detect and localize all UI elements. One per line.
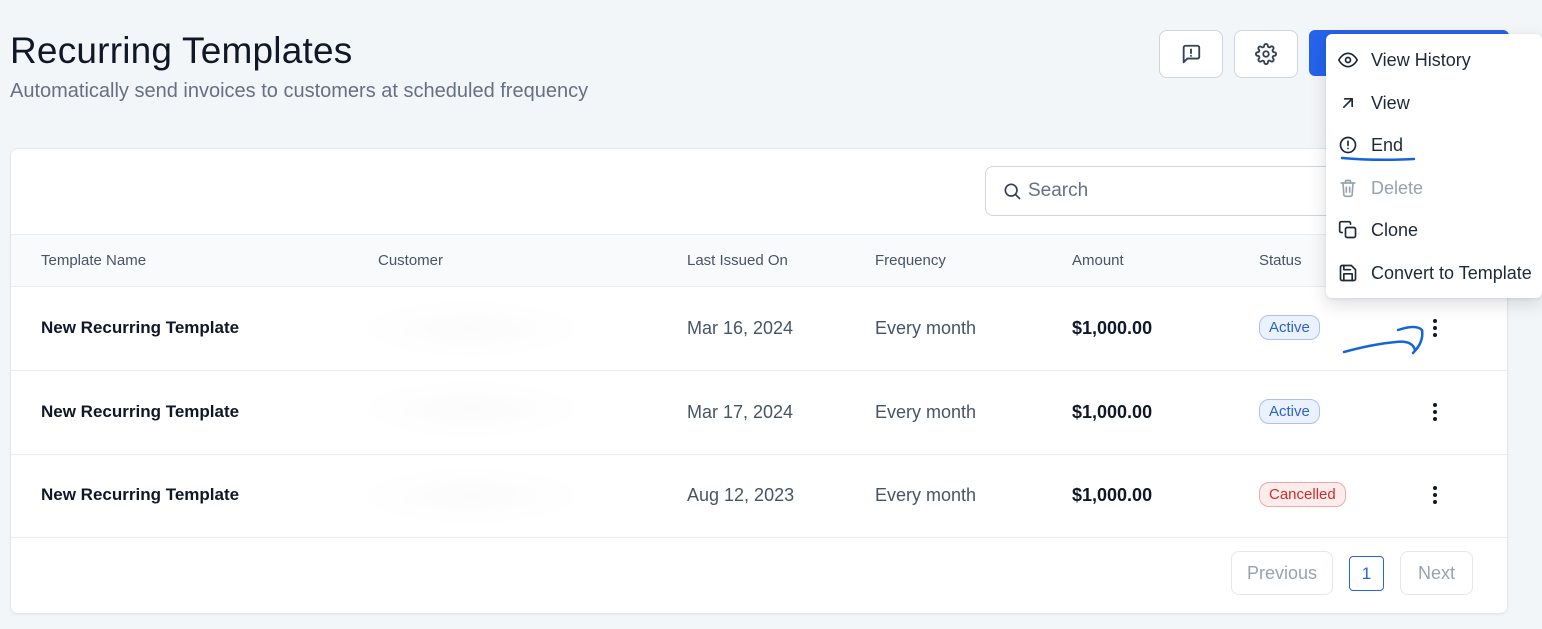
page-subtitle: Automatically send invoices to customers… [10,80,589,102]
save-icon [1339,264,1357,282]
column-template-name: Template Name [41,252,147,269]
alert-circle-icon [1339,136,1357,154]
last-issued: Mar 16, 2024 [687,318,794,338]
frequency: Every month [875,402,977,422]
feedback-icon [1182,44,1201,64]
amount: $1,000.00 [1072,485,1153,505]
copy-icon [1338,220,1357,239]
menu-item-end[interactable]: End [1326,127,1542,163]
customer-redacted [356,299,586,359]
table-row[interactable]: New Recurring Template Aug 12, 2023 Ever… [11,454,1507,538]
status-badge: Cancelled [1259,482,1346,507]
last-issued: Aug 12, 2023 [687,485,795,505]
column-last-issued: Last Issued On [687,252,788,269]
eye-icon [1338,52,1358,68]
menu-item-delete[interactable]: Delete [1326,170,1542,206]
menu-item-view[interactable]: View [1326,85,1542,121]
trash-icon [1340,179,1356,198]
column-frequency: Frequency [875,252,946,269]
column-status: Status [1259,252,1302,269]
table-row[interactable]: New Recurring Template Mar 16, 2024 Ever… [11,287,1507,371]
row-actions-button[interactable] [1425,397,1445,427]
menu-item-label: View [1371,92,1410,113]
templates-card: Template Name Customer Last Issued On Fr… [10,148,1508,614]
frequency: Every month [875,318,977,338]
status-badge: Active [1259,399,1320,424]
template-name[interactable]: New Recurring Template [41,318,239,338]
last-issued: Mar 17, 2024 [687,402,794,422]
frequency: Every month [875,485,977,505]
previous-button[interactable]: Previous [1231,551,1333,595]
search-input[interactable] [1028,180,1328,202]
settings-button[interactable] [1234,30,1298,78]
customer-redacted [356,379,586,439]
row-actions-button[interactable] [1425,313,1445,343]
menu-item-label: Convert to Template [1371,262,1532,283]
page-number-current[interactable]: 1 [1349,556,1384,591]
menu-item-clone[interactable]: Clone [1326,212,1542,248]
arrow-up-right-icon [1343,98,1353,108]
amount: $1,000.00 [1072,318,1153,338]
gear-icon [1255,43,1277,65]
template-name[interactable]: New Recurring Template [41,485,239,505]
status-badge: Active [1259,315,1320,340]
menu-item-label: Delete [1371,177,1424,198]
menu-item-convert-to-template[interactable]: Convert to Template [1326,255,1542,291]
column-amount: Amount [1072,252,1124,269]
menu-item-view-history[interactable]: View History [1326,42,1542,78]
feedback-button[interactable] [1159,30,1223,78]
menu-item-label: End [1371,134,1404,155]
customer-redacted [356,466,586,526]
page-title: Recurring Templates [10,30,353,71]
search-icon [1004,183,1021,200]
row-actions-menu: View History View End Delete Clone Conve… [1326,34,1542,298]
column-customer: Customer [378,252,444,269]
table-header: Template Name Customer Last Issued On Fr… [11,234,1507,287]
row-actions-button[interactable] [1425,480,1445,510]
table-row[interactable]: New Recurring Template Mar 17, 2024 Ever… [11,371,1507,455]
menu-item-label: View History [1371,49,1471,70]
amount: $1,000.00 [1072,402,1153,422]
template-name[interactable]: New Recurring Template [41,402,239,422]
search-box[interactable] [985,166,1365,216]
menu-item-label: Clone [1371,219,1419,240]
next-button[interactable]: Next [1400,551,1473,595]
